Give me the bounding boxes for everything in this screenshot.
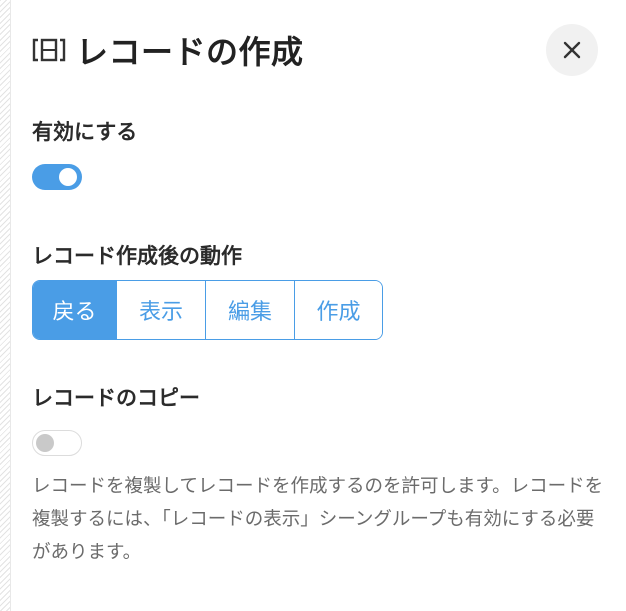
after-create-label: レコード作成後の動作	[32, 244, 242, 268]
panel-header: レコードの作成	[32, 24, 612, 76]
panel-resize-edge[interactable]	[0, 0, 11, 611]
toggle-knob	[59, 168, 77, 186]
option-edit-button[interactable]: 編集	[205, 281, 294, 339]
option-create-button[interactable]: 作成	[294, 281, 382, 339]
copy-description: レコードを複製してレコードを作成するのを許可します。レコードを複製するには、「レ…	[32, 476, 604, 563]
after-create-segmented-control: 戻る 表示 編集 作成	[32, 280, 383, 340]
option-back-button[interactable]: 戻る	[33, 281, 116, 339]
record-frame-icon	[32, 35, 66, 65]
option-view-button[interactable]: 表示	[116, 281, 205, 339]
toggle-knob	[36, 434, 54, 452]
copy-toggle[interactable]	[32, 430, 82, 456]
page-title: レコードの作成	[76, 33, 304, 71]
close-icon	[563, 41, 581, 59]
close-button[interactable]	[546, 24, 598, 76]
enable-toggle[interactable]	[32, 164, 82, 190]
create-record-panel: レコードの作成 有効にする レコード作成後の動作 戻る 表示 編集 作成 レコー…	[0, 0, 626, 611]
copy-label: レコードのコピー	[32, 386, 200, 410]
enable-label: 有効にする	[32, 120, 138, 144]
